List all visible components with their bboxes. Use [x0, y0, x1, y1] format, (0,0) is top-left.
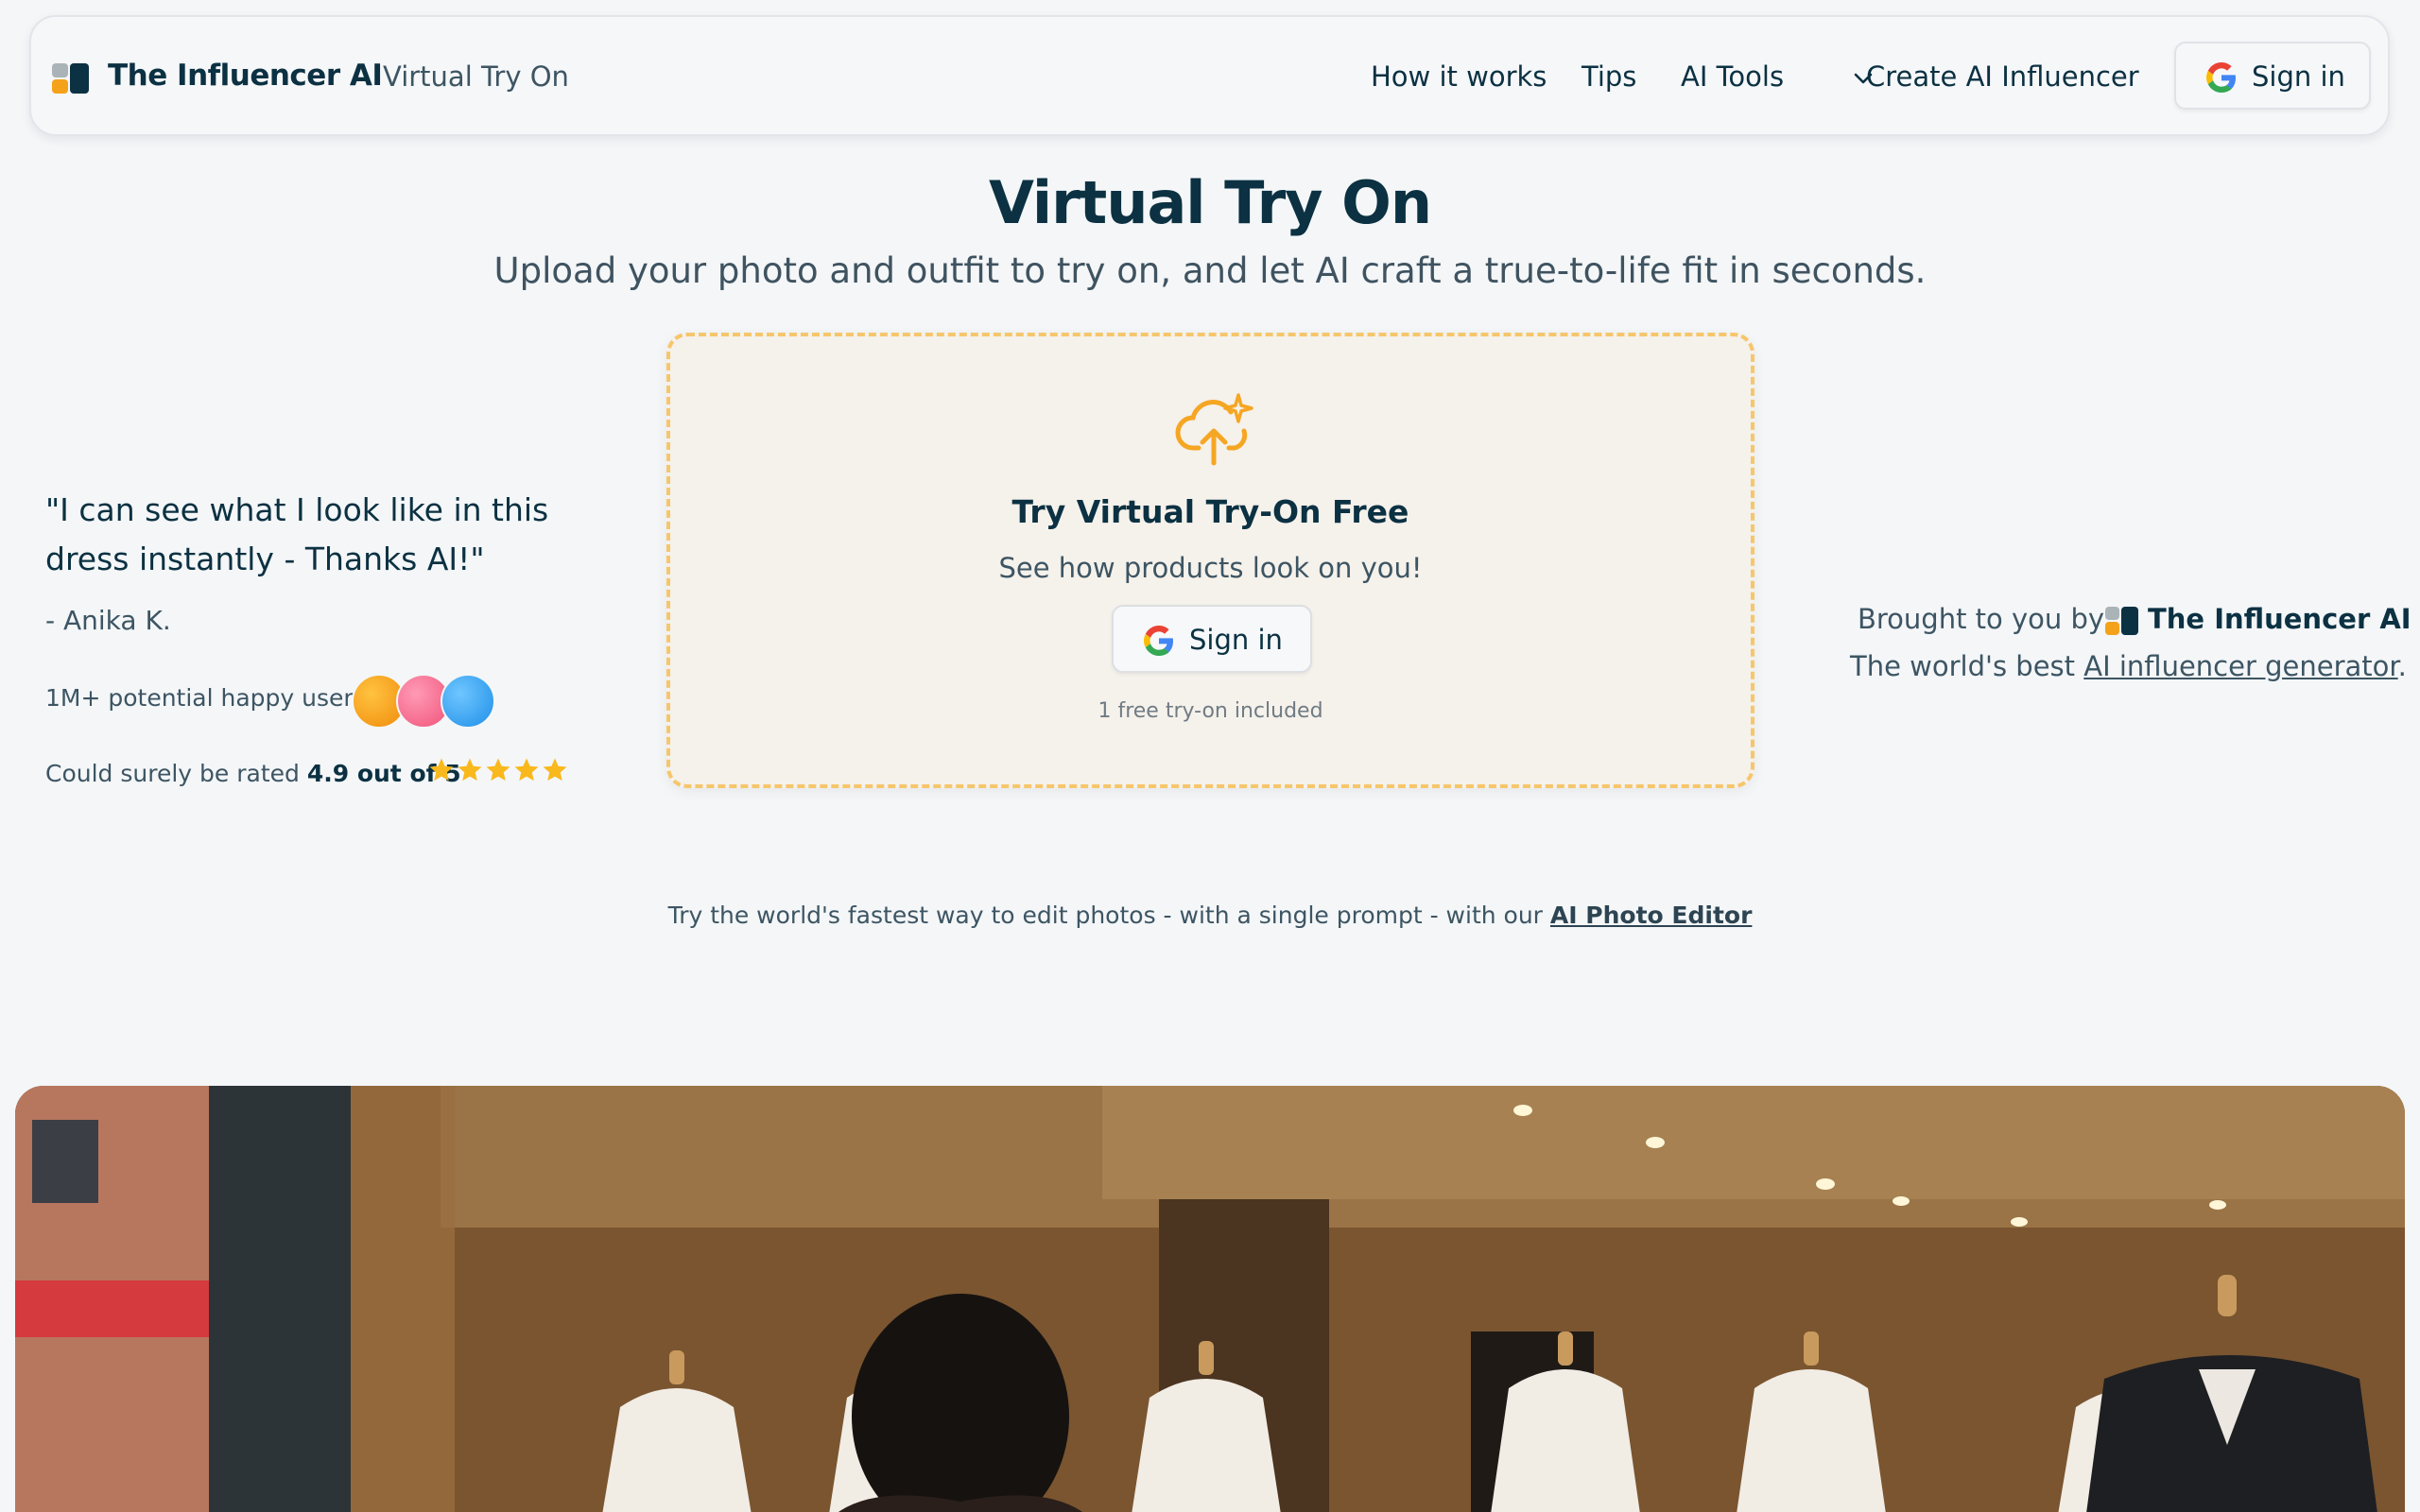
nav-ai-tools[interactable]: AI Tools	[1681, 60, 1784, 93]
worlds-best-prefix: The world's best	[1850, 650, 2076, 682]
google-icon	[1144, 626, 1173, 656]
ai-photo-editor-link[interactable]: AI Photo Editor	[1550, 902, 1752, 929]
testimonial-author: - Anika K.	[45, 605, 171, 636]
rating-prefix: Could surely be rated	[45, 760, 300, 787]
sign-in-label: Sign in	[2252, 60, 2345, 93]
star-icon	[543, 758, 567, 782]
star-icon	[458, 758, 482, 782]
nav-create-ai-influencer[interactable]: Create AI Influencer	[1866, 60, 2139, 93]
card-title: Try Virtual Try-On Free	[1011, 493, 1409, 530]
brand-name[interactable]: The Influencer AI	[108, 59, 383, 93]
brand-subtitle: Virtual Try On	[383, 60, 569, 93]
star-icon	[486, 758, 510, 782]
star-icon	[429, 758, 454, 782]
testimonial-quote: "I can see what I look like in this dres…	[45, 491, 549, 577]
free-tryon-note: 1 free try-on included	[1098, 699, 1323, 723]
brought-to-you-by: Brought to you by	[1858, 603, 2105, 635]
card-sign-in-label: Sign in	[1189, 624, 1283, 656]
top-navbar: The Influencer AI Virtual Try On How it …	[29, 15, 2390, 136]
brand-logo-icon[interactable]	[52, 63, 92, 94]
nav-tips[interactable]: Tips	[1582, 60, 1636, 93]
star-rating	[427, 756, 569, 786]
avatar	[441, 674, 495, 729]
star-icon	[514, 758, 539, 782]
rating-text: Could surely be rated 4.9 out of 5	[45, 760, 461, 787]
upload-dropzone[interactable]: Try Virtual Try-On Free See how products…	[666, 333, 1754, 788]
google-icon	[2206, 62, 2236, 93]
ai-influencer-generator-link[interactable]: AI influencer generator	[2083, 650, 2397, 682]
credit-brand-name: The Influencer AI	[2148, 603, 2411, 635]
nav-how-it-works[interactable]: How it works	[1371, 60, 1547, 93]
card-sign-in-button[interactable]: Sign in	[1112, 605, 1312, 673]
card-subtitle: See how products look on you!	[998, 552, 1423, 584]
cloud-upload-sparkle-icon	[1175, 393, 1253, 466]
brand-logo-icon	[2105, 607, 2145, 637]
page-title: Virtual Try On	[988, 168, 1432, 237]
boutique-hero-image	[15, 1086, 2405, 1512]
photo-editor-promo-text: Try the world's fastest way to edit phot…	[667, 902, 1543, 929]
photo-editor-promo: Try the world's fastest way to edit phot…	[0, 902, 2420, 929]
sign-in-button[interactable]: Sign in	[2174, 42, 2371, 110]
page-subtitle: Upload your photo and outfit to try on, …	[493, 250, 1927, 291]
worlds-best-line: The world's best AI influencer generator…	[1850, 650, 2407, 682]
users-count: 1M+ potential happy users	[45, 684, 366, 712]
period: .	[2397, 650, 2407, 682]
